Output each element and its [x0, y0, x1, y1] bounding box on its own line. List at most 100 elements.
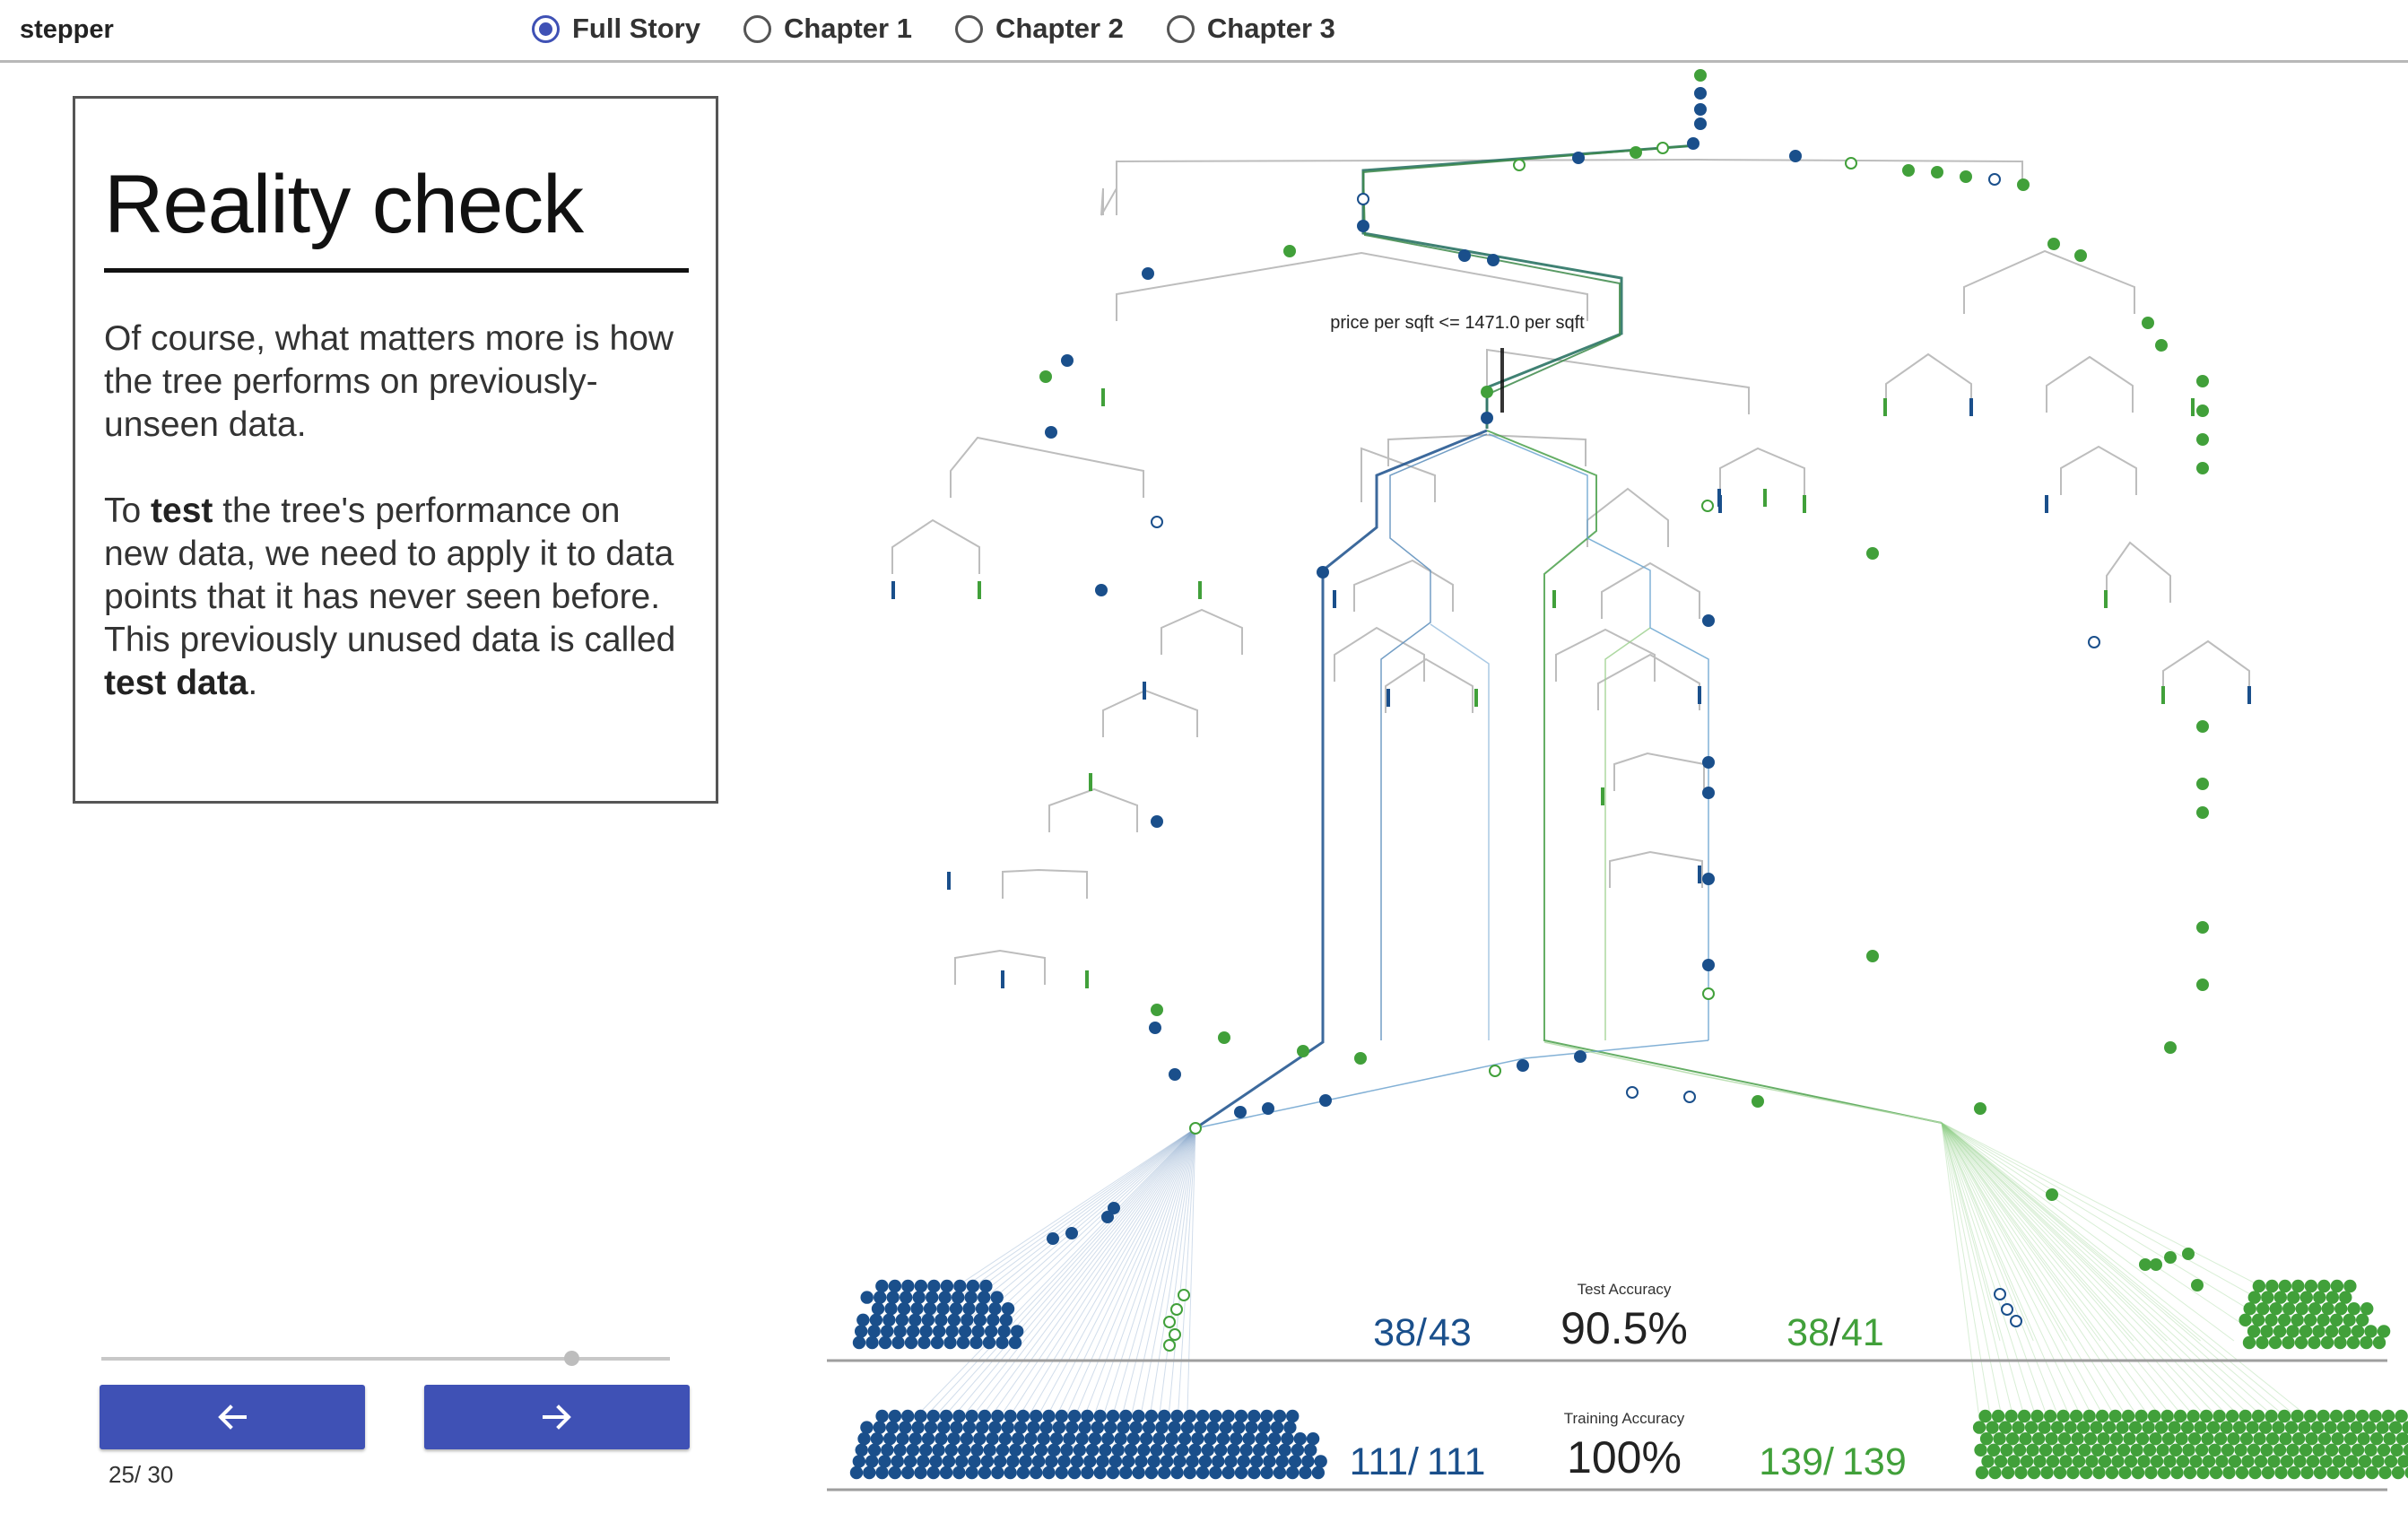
training-right-slash: /	[1823, 1440, 1834, 1483]
stacked-point	[2243, 1302, 2256, 1316]
stacked-point	[926, 1465, 941, 1480]
training-left-slash: /	[1408, 1440, 1419, 1483]
stacked-point	[875, 1279, 889, 1293]
stacked-point	[1016, 1465, 1030, 1480]
decision-path	[1195, 429, 1488, 1130]
data-point	[2139, 1258, 2152, 1271]
data-point	[1489, 1065, 1501, 1077]
stacked-point	[1278, 1443, 1291, 1457]
stacked-point	[2395, 1409, 2408, 1423]
stacked-point	[2355, 1409, 2369, 1423]
data-point	[1866, 950, 1879, 962]
stacked-point	[930, 1335, 944, 1350]
stacked-point	[932, 1443, 945, 1457]
stacked-point	[857, 1432, 871, 1446]
stacked-point	[1042, 1409, 1056, 1423]
stacked-point	[2279, 1432, 2292, 1446]
stacked-point	[882, 1432, 897, 1446]
stacked-point	[980, 1455, 995, 1468]
stacked-point	[2156, 1443, 2169, 1457]
tree-branch	[1885, 352, 1972, 411]
data-point	[1169, 1328, 1181, 1341]
stacked-point	[1065, 1421, 1079, 1434]
data-point	[2074, 249, 2087, 262]
stacked-point	[1001, 1421, 1014, 1434]
stacked-point	[979, 1279, 993, 1293]
training-left-total: 111	[1427, 1440, 1485, 1483]
stacked-point	[1291, 1443, 1305, 1457]
stacked-point	[2253, 1432, 2266, 1446]
data-point	[1694, 69, 1707, 82]
tree-branch	[1116, 158, 2023, 188]
stacked-point	[901, 1409, 915, 1423]
stacked-point	[986, 1432, 999, 1446]
tree-structure	[891, 158, 2251, 988]
stacked-point	[2343, 1409, 2356, 1423]
stacked-point	[2329, 1409, 2343, 1423]
stacked-point	[2299, 1325, 2313, 1338]
data-point	[1694, 103, 1707, 116]
stacked-point	[1049, 1432, 1064, 1446]
stacked-point	[901, 1465, 915, 1480]
tree-branch	[1353, 559, 1454, 612]
stacked-point	[1301, 1455, 1315, 1468]
stacked-point	[2019, 1432, 2032, 1446]
data-point	[2196, 404, 2209, 417]
stacked-point	[978, 1465, 992, 1480]
stacked-point	[2265, 1409, 2278, 1423]
stacked-point	[2334, 1335, 2347, 1350]
stacked-point	[942, 1455, 956, 1468]
stacked-point	[2325, 1325, 2339, 1338]
stacked-point	[1234, 1409, 1248, 1423]
stacked-point	[2338, 1443, 2351, 1457]
stacked-point	[2239, 1432, 2254, 1446]
stacked-point	[867, 1325, 881, 1338]
stacked-point	[904, 1335, 918, 1350]
stacked-point	[1221, 1409, 1235, 1423]
stacked-point	[1979, 1432, 1994, 1446]
stacked-point	[1055, 1465, 1069, 1480]
stacked-point	[1060, 1443, 1074, 1457]
stacked-point	[2284, 1421, 2299, 1434]
stacked-point	[2291, 1409, 2304, 1423]
stacked-point	[2246, 1421, 2259, 1434]
data-point	[1065, 1227, 1078, 1239]
stacked-point	[1168, 1421, 1181, 1434]
stacked-point	[1224, 1455, 1238, 1468]
stacked-point	[2143, 1443, 2157, 1457]
stacked-point	[1209, 1465, 1222, 1480]
stacked-point	[2098, 1455, 2112, 1468]
stacked-point	[2163, 1455, 2177, 1468]
stacked-point	[2104, 1443, 2117, 1457]
stacked-point	[1311, 1465, 1326, 1480]
stacked-point	[1988, 1465, 2002, 1480]
data-point	[1902, 164, 1915, 177]
stacked-point	[991, 1409, 1004, 1423]
training-accuracy-value: 100%	[1567, 1432, 1682, 1483]
tree-branch	[2046, 355, 2134, 413]
data-point	[2196, 978, 2209, 991]
stacked-point	[885, 1421, 900, 1434]
data-point	[1481, 386, 1493, 398]
stacked-point	[1088, 1432, 1102, 1446]
stacked-point	[2256, 1335, 2269, 1350]
data-point	[1218, 1031, 1230, 1044]
stacked-point	[2189, 1455, 2203, 1468]
stacked-point	[2007, 1455, 2021, 1468]
stacked-point	[1281, 1432, 1294, 1446]
test-accuracy-label: Test Accuracy	[1578, 1281, 1672, 1298]
stacked-point	[1981, 1455, 1995, 1468]
data-point	[1752, 1095, 1764, 1108]
stacked-point	[2360, 1335, 2373, 1350]
stacked-point	[2286, 1325, 2299, 1338]
stacked-point	[1024, 1432, 1038, 1446]
stacked-point	[893, 1443, 907, 1457]
stacked-point	[2053, 1465, 2067, 1480]
stacked-point	[914, 1409, 927, 1423]
stacked-point	[888, 1409, 902, 1423]
stacked-point	[2234, 1443, 2247, 1457]
stacked-point	[2369, 1409, 2382, 1423]
stacked-point	[2227, 1432, 2240, 1446]
stacked-point	[1114, 1432, 1127, 1446]
stacked-point	[1170, 1465, 1184, 1480]
